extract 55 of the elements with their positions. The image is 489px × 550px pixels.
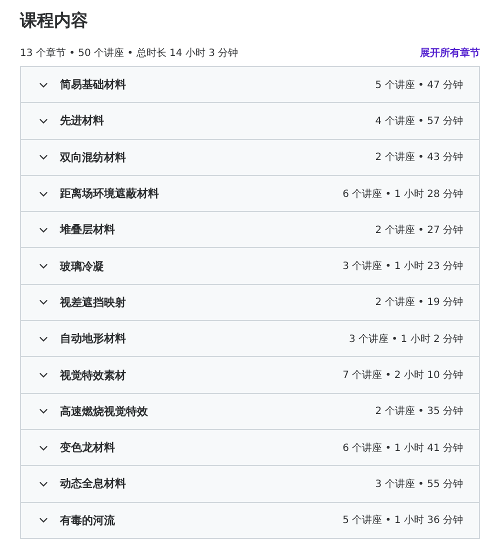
section-name: 变色龙材料 — [60, 440, 116, 456]
expand-all-link[interactable]: 展开所有章节 — [420, 46, 480, 60]
chevron-icon — [39, 263, 48, 270]
chevron-icon — [39, 118, 48, 124]
section-meta: 7 个讲座 • 2 小时 10 分钟 — [342, 368, 463, 382]
chevron-icon — [39, 226, 48, 233]
section-name: 自动地形材料 — [60, 331, 127, 346]
chevron-icon — [39, 480, 48, 487]
section-row[interactable]: 视觉特效素材 7 个讲座 • 2 小时 10 分钟 — [21, 356, 479, 393]
section-meta: 5 个讲座 • 47 分钟 — [375, 78, 463, 92]
chevron-icon — [39, 444, 48, 451]
section-meta: 3 个讲座 • 55 分钟 — [375, 478, 463, 491]
section-row[interactable]: 动态全息材料 3 个讲座 • 55 分钟 — [21, 465, 479, 502]
section-name: 简易基础材料 — [60, 77, 127, 92]
section-row[interactable]: 先进材料 4 个讲座 • 57 分钟 — [21, 102, 479, 139]
section-name: 双向混纺材料 — [60, 150, 127, 165]
section-name: 玻璃冷凝 — [60, 258, 105, 274]
section-meta: 5 个讲座 • 1 小时 36 分钟 — [342, 514, 463, 528]
section-name: 堆叠层材料 — [60, 222, 116, 238]
chevron-icon — [39, 299, 48, 306]
section-row[interactable]: 双向混纺材料 2 个讲座 • 43 分钟 — [21, 138, 479, 175]
section-meta: 4 个讲座 • 57 分钟 — [375, 114, 463, 128]
section-name: 视觉特效素材 — [60, 368, 127, 383]
chevron-icon — [39, 517, 48, 524]
section-row[interactable]: 有毒的河流 5 个讲座 • 1 小时 36 分钟 — [21, 502, 479, 538]
section-name: 距离场环境遮蔽材料 — [60, 186, 160, 202]
section-meta: 6 个讲座 • 1 小时 41 分钟 — [342, 442, 463, 455]
section-meta: 3 个讲座 • 1 小时 23 分钟 — [342, 260, 463, 274]
section-row[interactable]: 玻璃冷凝 3 个讲座 • 1 小时 23 分钟 — [21, 247, 479, 284]
section-row[interactable]: 高速燃烧视觉特效 2 个讲座 • 35 分钟 — [21, 392, 479, 429]
section-row[interactable]: 简易基础材料 5 个讲座 • 47 分钟 — [21, 67, 479, 102]
section-name: 有毒的河流 — [60, 512, 116, 528]
section-meta: 3 个讲座 • 1 小时 2 分钟 — [348, 332, 463, 346]
section-meta: 2 个讲座 • 43 分钟 — [375, 150, 463, 164]
section-row[interactable]: 自动地形材料 3 个讲座 • 1 小时 2 分钟 — [21, 320, 479, 356]
section-meta: 6 个讲座 • 1 小时 28 分钟 — [342, 188, 463, 201]
section-row[interactable]: 视差遮挡映射 2 个讲座 • 19 分钟 — [21, 284, 479, 320]
section-name: 视差遮挡映射 — [60, 294, 127, 310]
chevron-icon — [39, 154, 48, 160]
section-row[interactable]: 距离场环境遮蔽材料 6 个讲座 • 1 小时 28 分钟 — [21, 174, 479, 212]
chevron-icon — [39, 372, 48, 378]
chevron-icon — [39, 336, 48, 342]
chevron-icon — [39, 82, 48, 88]
section-meta: 2 个讲座 • 19 分钟 — [375, 296, 463, 310]
chevron-icon — [39, 408, 48, 414]
section-name: 高速燃烧视觉特效 — [60, 404, 149, 419]
section-row[interactable]: 堆叠层材料 2 个讲座 • 27 分钟 — [21, 211, 479, 248]
section-name: 动态全息材料 — [60, 476, 127, 492]
section-row[interactable]: 变色龙材料 6 个讲座 • 1 小时 41 分钟 — [21, 428, 479, 466]
chevron-icon — [39, 190, 48, 197]
section-meta: 2 个讲座 • 35 分钟 — [375, 404, 463, 418]
section-meta: 2 个讲座 • 27 分钟 — [375, 224, 463, 237]
section-title: 课程内容 — [20, 10, 89, 32]
section-name: 先进材料 — [60, 113, 105, 128]
course-summary: 13 个章节 • 50 个讲座 • 总时长 14 小时 3 分钟 — [20, 46, 238, 60]
